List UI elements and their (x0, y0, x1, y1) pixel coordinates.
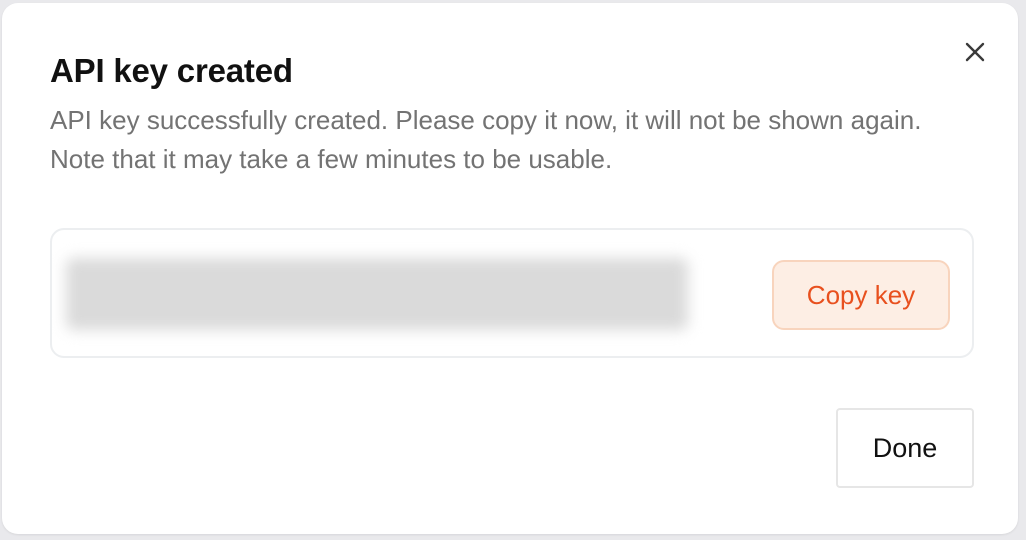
close-icon (965, 42, 985, 62)
copy-key-button[interactable]: Copy key (772, 260, 950, 330)
api-key-dialog: API key created API key successfully cre… (2, 3, 1018, 534)
close-button[interactable] (962, 39, 988, 65)
done-button[interactable]: Done (836, 408, 974, 488)
dialog-title: API key created (50, 52, 293, 89)
api-key-value[interactable] (66, 258, 688, 330)
dialog-description: API key successfully created. Please cop… (50, 105, 922, 174)
api-key-container: Copy key (50, 228, 974, 358)
